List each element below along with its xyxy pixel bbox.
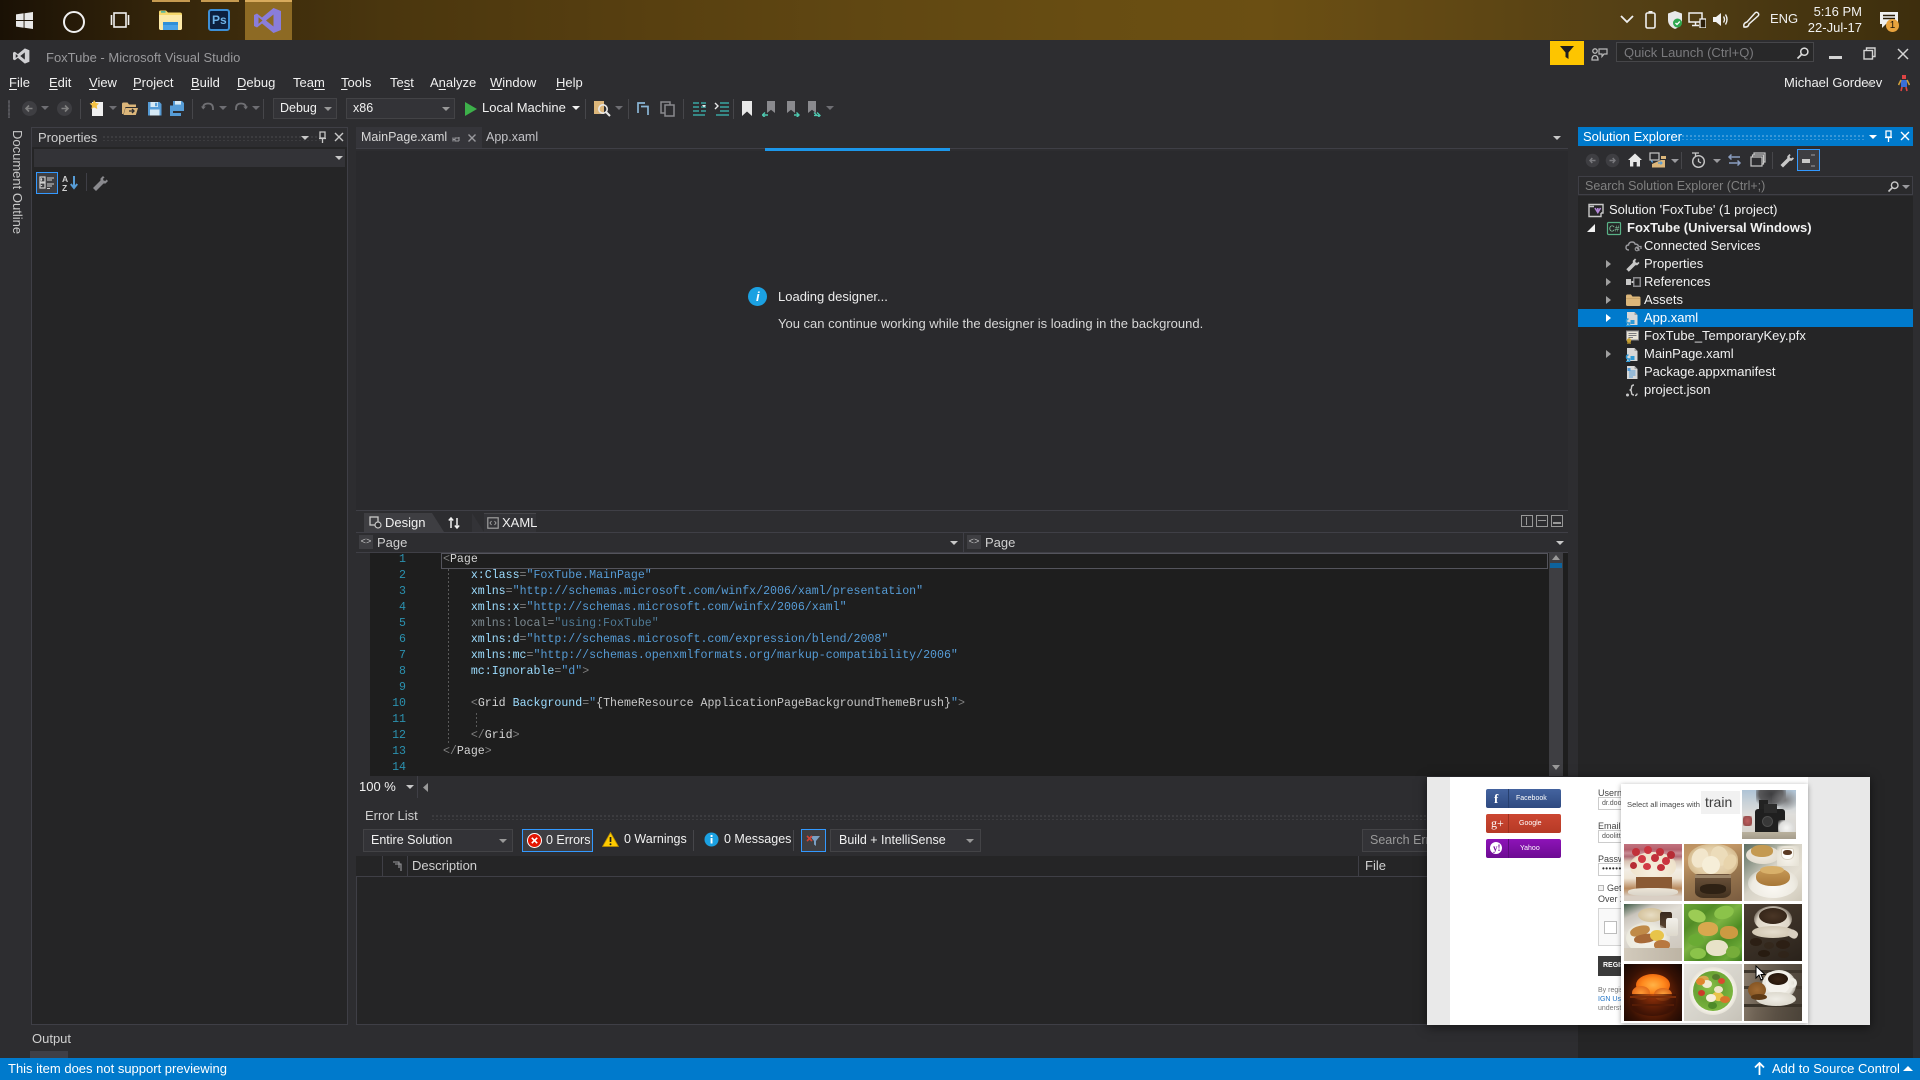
svg-text:Z: Z xyxy=(62,183,67,192)
svg-text:C#: C# xyxy=(1609,225,1620,234)
